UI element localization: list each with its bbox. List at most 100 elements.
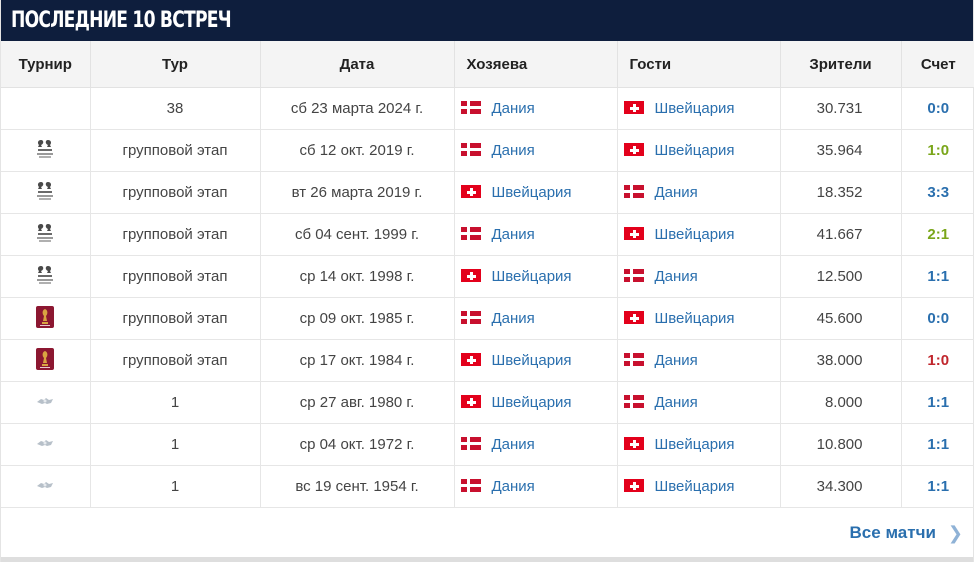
matches-table: Турнир Тур Дата Хозяева Гости Зрители Сч… (1, 41, 974, 508)
tournament-cell (1, 129, 91, 172)
table-row: 1 ср 04 окт. 1972 г. Дания Швейцария 10.800 1… (1, 423, 974, 466)
euro-qualifiers-icon[interactable] (35, 264, 55, 290)
round-cell: 38 (90, 87, 261, 130)
all-matches-label: Все матчи (849, 523, 936, 542)
score-cell: 3:3 (901, 171, 974, 214)
score-link[interactable]: 0:0 (927, 100, 949, 117)
home-team-cell: Швейцария (454, 255, 618, 298)
date-cell: ср 04 окт. 1972 г. (260, 423, 455, 466)
widget-title: ПОСЛЕДНИЕ 10 ВСТРЕЧ (11, 8, 232, 33)
widget-header: ПОСЛЕДНИЕ 10 ВСТРЕЧ (1, 0, 973, 41)
score-cell: 0:0 (901, 87, 974, 130)
table-row: групповой этап ср 09 окт. 1985 г. Дания Шве… (1, 297, 974, 340)
home-team-cell: Дания (454, 423, 618, 466)
away-team-cell: Дания (617, 339, 781, 382)
switzerland-flag-icon (460, 269, 481, 282)
friendly-match-icon[interactable] (35, 478, 55, 495)
home-team-link[interactable]: Дания (492, 142, 535, 159)
denmark-flag-icon (460, 143, 481, 156)
denmark-flag-icon (460, 479, 481, 492)
score-link[interactable]: 3:3 (927, 184, 949, 201)
switzerland-flag-icon (623, 227, 644, 240)
home-team-link[interactable]: Дания (492, 436, 535, 453)
home-team-link[interactable]: Дания (492, 100, 535, 117)
score-link[interactable]: 1:0 (927, 142, 949, 159)
date-cell: вт 26 марта 2019 г. (260, 171, 455, 214)
home-team-link[interactable]: Швейцария (492, 394, 572, 411)
switzerland-flag-icon (623, 437, 644, 450)
round-cell: групповой этап (90, 339, 261, 382)
euro-qualifiers-icon[interactable] (35, 222, 55, 248)
table-row: групповой этап вт 26 марта 2019 г. Швейцар… (1, 171, 974, 214)
away-team-link[interactable]: Швейцария (655, 478, 735, 495)
home-team-link[interactable]: Дания (492, 310, 535, 327)
viewers-cell: 10.800 (780, 423, 902, 466)
away-team-link[interactable]: Дания (655, 352, 698, 369)
home-team-link[interactable]: Швейцария (492, 352, 572, 369)
score-link[interactable]: 1:1 (927, 268, 949, 285)
home-team-link[interactable]: Швейцария (492, 268, 572, 285)
friendly-match-icon[interactable] (35, 436, 55, 453)
home-team-link[interactable]: Дания (492, 226, 535, 243)
round-cell: групповой этап (90, 213, 261, 256)
bottom-divider (1, 557, 973, 562)
home-team-link[interactable]: Швейцария (492, 184, 572, 201)
all-matches-link[interactable]: Все матчи ❯ (850, 523, 963, 544)
denmark-flag-icon (623, 185, 644, 198)
denmark-flag-icon (460, 437, 481, 450)
world-cup-qualifiers-icon[interactable] (36, 305, 55, 332)
date-cell: сб 04 сент. 1999 г. (260, 213, 455, 256)
table-row: групповой этап сб 04 сент. 1999 г. Дания Шв… (1, 213, 974, 256)
home-team-cell: Дания (454, 129, 618, 172)
friendly-match-icon[interactable] (35, 394, 55, 411)
table-header-row: Турнир Тур Дата Хозяева Гости Зрители Сч… (1, 41, 974, 88)
score-cell: 0:0 (901, 297, 974, 340)
viewers-cell: 35.964 (780, 129, 902, 172)
away-team-link[interactable]: Швейцария (655, 226, 735, 243)
away-team-cell: Швейцария (617, 297, 781, 340)
score-link[interactable]: 1:1 (927, 394, 949, 411)
away-team-link[interactable]: Швейцария (655, 436, 735, 453)
viewers-cell: 18.352 (780, 171, 902, 214)
away-team-cell: Швейцария (617, 423, 781, 466)
switzerland-flag-icon (460, 185, 481, 198)
viewers-cell: 12.500 (780, 255, 902, 298)
tournament-cell (1, 297, 91, 340)
round-cell: групповой этап (90, 297, 261, 340)
away-team-cell: Швейцария (617, 87, 781, 130)
column-header-tournament: Турнир (1, 41, 91, 88)
tournament-cell (1, 465, 91, 508)
column-header-round: Тур (90, 41, 261, 88)
away-team-link[interactable]: Швейцария (655, 142, 735, 159)
score-link[interactable]: 1:1 (927, 436, 949, 453)
denmark-flag-icon (460, 311, 481, 324)
score-cell: 2:1 (901, 213, 974, 256)
score-link[interactable]: 1:1 (927, 478, 949, 495)
score-cell: 1:1 (901, 255, 974, 298)
euro-qualifiers-icon[interactable] (35, 180, 55, 206)
denmark-flag-icon (623, 395, 644, 408)
away-team-link[interactable]: Дания (655, 184, 698, 201)
switzerland-flag-icon (623, 479, 644, 492)
away-team-link[interactable]: Швейцария (655, 310, 735, 327)
date-cell: сб 23 марта 2024 г. (260, 87, 455, 130)
home-team-link[interactable]: Дания (492, 478, 535, 495)
world-cup-qualifiers-icon[interactable] (36, 347, 55, 374)
denmark-flag-icon (623, 269, 644, 282)
away-team-link[interactable]: Дания (655, 268, 698, 285)
tournament-cell (1, 213, 91, 256)
column-header-score: Счет (901, 41, 974, 88)
switzerland-flag-icon (623, 311, 644, 324)
away-team-link[interactable]: Швейцария (655, 100, 735, 117)
away-team-link[interactable]: Дания (655, 394, 698, 411)
switzerland-flag-icon (623, 101, 644, 114)
score-link[interactable]: 0:0 (927, 310, 949, 327)
table-row: 38 сб 23 марта 2024 г. Дания Швейцария 30.73… (1, 87, 974, 130)
viewers-cell: 38.000 (780, 339, 902, 382)
table-row: групповой этап сб 12 окт. 2019 г. Дания Шве… (1, 129, 974, 172)
score-link[interactable]: 1:0 (927, 352, 949, 369)
table-row: групповой этап ср 17 окт. 1984 г. Швейцари… (1, 339, 974, 382)
score-link[interactable]: 2:1 (927, 226, 949, 243)
score-cell: 1:0 (901, 129, 974, 172)
euro-qualifiers-icon[interactable] (35, 138, 55, 164)
